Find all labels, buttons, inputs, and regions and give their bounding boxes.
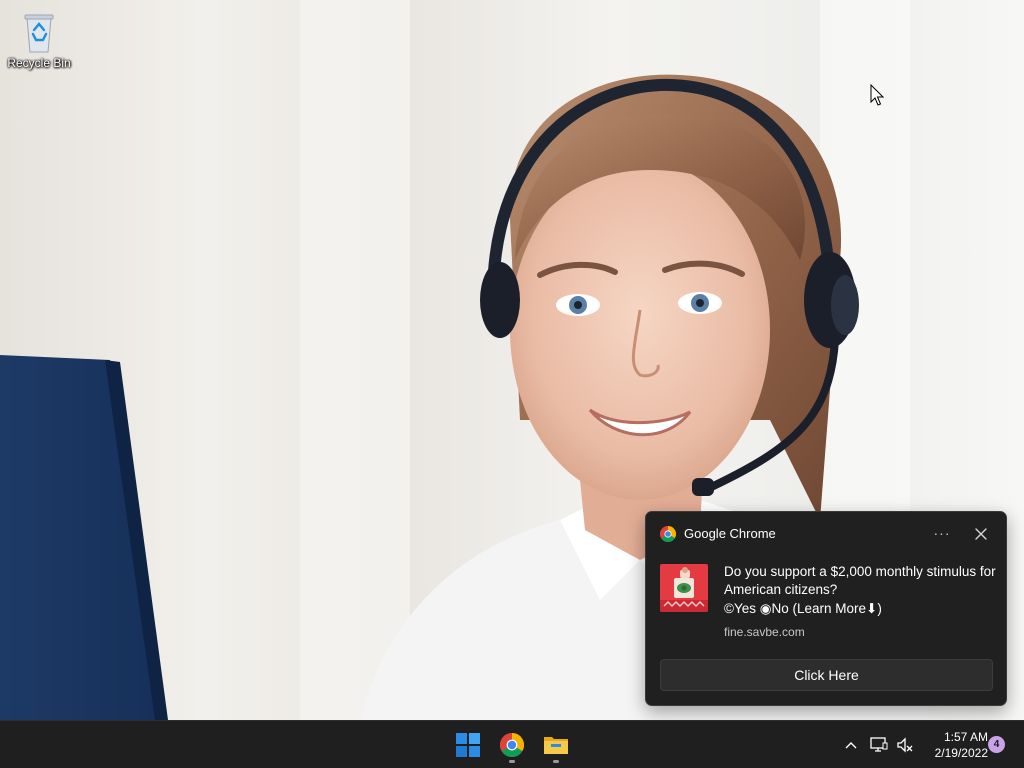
- recycle-bin-icon: [24, 14, 54, 53]
- chrome-icon: [660, 526, 676, 542]
- clock-time: 1:57 AM: [943, 730, 988, 744]
- clock-date: 2/19/2022: [934, 746, 988, 760]
- toast-header: Google Chrome ···: [646, 512, 1006, 556]
- notification-body: ©Yes ◉No (Learn More⬇): [724, 601, 882, 616]
- desktop-icon-label: Recycle Bin: [7, 56, 71, 70]
- running-indicator: [509, 760, 515, 763]
- click-here-button[interactable]: Click Here: [660, 659, 993, 691]
- toast-app-name: Google Chrome: [684, 526, 776, 541]
- close-icon[interactable]: [970, 523, 992, 545]
- network-icon: [870, 737, 888, 752]
- volume-muted-icon: [897, 737, 913, 753]
- notification-count-badge[interactable]: 4: [988, 736, 1005, 753]
- notification-source-url: fine.savbe.com: [724, 625, 805, 639]
- running-indicator: [553, 760, 559, 763]
- start-button[interactable]: [448, 725, 488, 765]
- chrome-notification-toast[interactable]: Google Chrome ··· Do you support a $2,00…: [645, 511, 1007, 706]
- windows-start-icon: [456, 733, 480, 757]
- chrome-icon: [500, 733, 524, 757]
- notification-title: Do you support a $2,000 monthly stimulus…: [724, 564, 996, 597]
- taskbar-chrome-button[interactable]: [492, 725, 532, 765]
- show-hidden-icons-button[interactable]: [840, 733, 862, 757]
- mouse-cursor-icon: [870, 84, 884, 106]
- taskbar-file-explorer-button[interactable]: [536, 725, 576, 765]
- chevron-up-icon: [845, 742, 857, 749]
- taskbar-clock[interactable]: 1:57 AM 2/19/2022: [918, 729, 988, 761]
- stimulus-ad-thumbnail: [660, 564, 708, 612]
- desktop-icon-recycle-bin[interactable]: Recycle Bin: [6, 10, 72, 70]
- more-options-button[interactable]: ···: [931, 523, 953, 545]
- network-button[interactable]: [868, 733, 890, 757]
- taskbar: 1:57 AM 2/19/2022 4: [0, 720, 1024, 768]
- volume-button[interactable]: [894, 733, 916, 757]
- folder-icon: [544, 737, 568, 754]
